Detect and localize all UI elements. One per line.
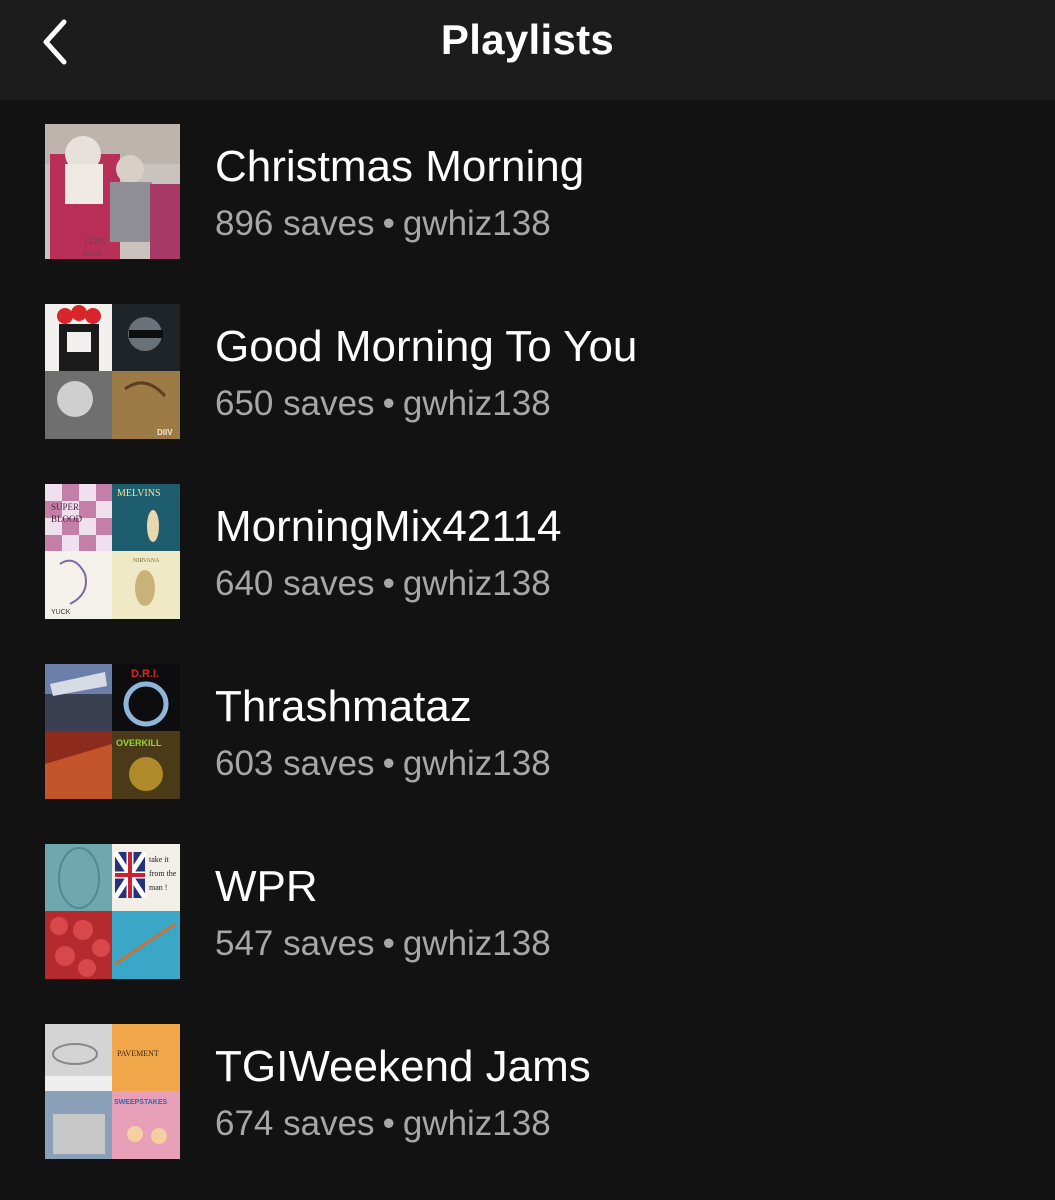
save-count: 896 saves bbox=[215, 204, 375, 243]
playlist-list: 11371 MILES Christmas Morning 896 saves •… bbox=[0, 100, 1055, 1180]
playlist-meta: 650 saves • gwhiz138 bbox=[215, 384, 551, 424]
owner-name: gwhiz138 bbox=[402, 204, 551, 243]
playlist-meta: 603 saves • gwhiz138 bbox=[215, 744, 551, 784]
save-count: 674 saves bbox=[215, 1104, 375, 1143]
cover-caption: BLOOD bbox=[51, 514, 82, 524]
save-count: 640 saves bbox=[215, 564, 375, 603]
playlist-row[interactable]: take it from the man ! WPR 547 saves • gwh… bbox=[0, 820, 1055, 1000]
playlist-cover: take it from the man ! bbox=[45, 844, 180, 979]
cover-caption: PAVEMENT bbox=[117, 1049, 159, 1058]
owner-name: gwhiz138 bbox=[402, 1104, 551, 1143]
top-bar: Playlists bbox=[0, 0, 1055, 100]
separator: • bbox=[382, 384, 395, 423]
playlist-meta: 640 saves • gwhiz138 bbox=[215, 564, 551, 604]
separator: • bbox=[382, 924, 395, 963]
separator: • bbox=[382, 564, 395, 603]
playlist-meta: 674 saves • gwhiz138 bbox=[215, 1104, 551, 1144]
playlist-meta: 896 saves • gwhiz138 bbox=[215, 204, 551, 244]
cover-caption: D.R.I. bbox=[131, 668, 159, 680]
save-count: 547 saves bbox=[215, 924, 375, 963]
playlist-cover: D.R.I. OVERKILL bbox=[45, 664, 180, 799]
playlist-row[interactable]: D.R.I. OVERKILL Thrashmataz 603 saves • gw… bbox=[0, 640, 1055, 820]
owner-name: gwhiz138 bbox=[402, 384, 551, 423]
playlist-row[interactable]: DIIV Good Morning To You 650 saves • gwhiz… bbox=[0, 280, 1055, 460]
separator: • bbox=[382, 204, 395, 243]
playlist-name: Thrashmataz bbox=[215, 682, 472, 731]
playlist-meta: 547 saves • gwhiz138 bbox=[215, 924, 551, 964]
cover-caption: MELVINS bbox=[117, 488, 161, 499]
playlist-cover: PAVEMENT SWEEPSTAKES bbox=[45, 1024, 180, 1159]
playlist-cover: SUPER BLOOD MELVINS YUCK NIRVANA bbox=[45, 484, 180, 619]
cover-caption: from the bbox=[149, 869, 177, 878]
cover-caption: NIRVANA bbox=[133, 558, 160, 564]
playlist-row[interactable]: 11371 MILES Christmas Morning 896 saves •… bbox=[0, 100, 1055, 280]
save-count: 650 saves bbox=[215, 384, 375, 423]
cover-caption: 11371 bbox=[83, 238, 107, 247]
playlist-name: Christmas Morning bbox=[215, 142, 585, 191]
separator: • bbox=[382, 1104, 395, 1143]
page-title: Playlists bbox=[440, 16, 615, 63]
playlist-cover: 11371 MILES bbox=[45, 124, 180, 259]
playlist-name: TGIWeekend Jams bbox=[215, 1042, 591, 1091]
cover-caption: SWEEPSTAKES bbox=[114, 1099, 167, 1106]
cover-caption: SUPER bbox=[51, 502, 79, 512]
separator: • bbox=[382, 744, 395, 783]
cover-caption: man ! bbox=[149, 883, 167, 892]
owner-name: gwhiz138 bbox=[402, 744, 551, 783]
cover-caption: MILES bbox=[83, 251, 101, 258]
playlist-name: WPR bbox=[215, 862, 318, 911]
playlist-name: MorningMix42114 bbox=[215, 502, 562, 551]
playlist-row[interactable]: SUPER BLOOD MELVINS YUCK NIRVANA Morning… bbox=[0, 460, 1055, 640]
owner-name: gwhiz138 bbox=[402, 924, 551, 963]
playlist-row[interactable]: PAVEMENT SWEEPSTAKES TGIWeekend Jams 674… bbox=[0, 1000, 1055, 1180]
cover-caption: OVERKILL bbox=[116, 738, 162, 748]
cover-caption: YUCK bbox=[51, 609, 71, 616]
save-count: 603 saves bbox=[215, 744, 375, 783]
playlist-cover: DIIV bbox=[45, 304, 180, 439]
cover-caption: take it bbox=[149, 855, 170, 864]
owner-name: gwhiz138 bbox=[402, 564, 551, 603]
cover-caption: DIIV bbox=[157, 428, 173, 437]
playlist-name: Good Morning To You bbox=[215, 322, 638, 371]
